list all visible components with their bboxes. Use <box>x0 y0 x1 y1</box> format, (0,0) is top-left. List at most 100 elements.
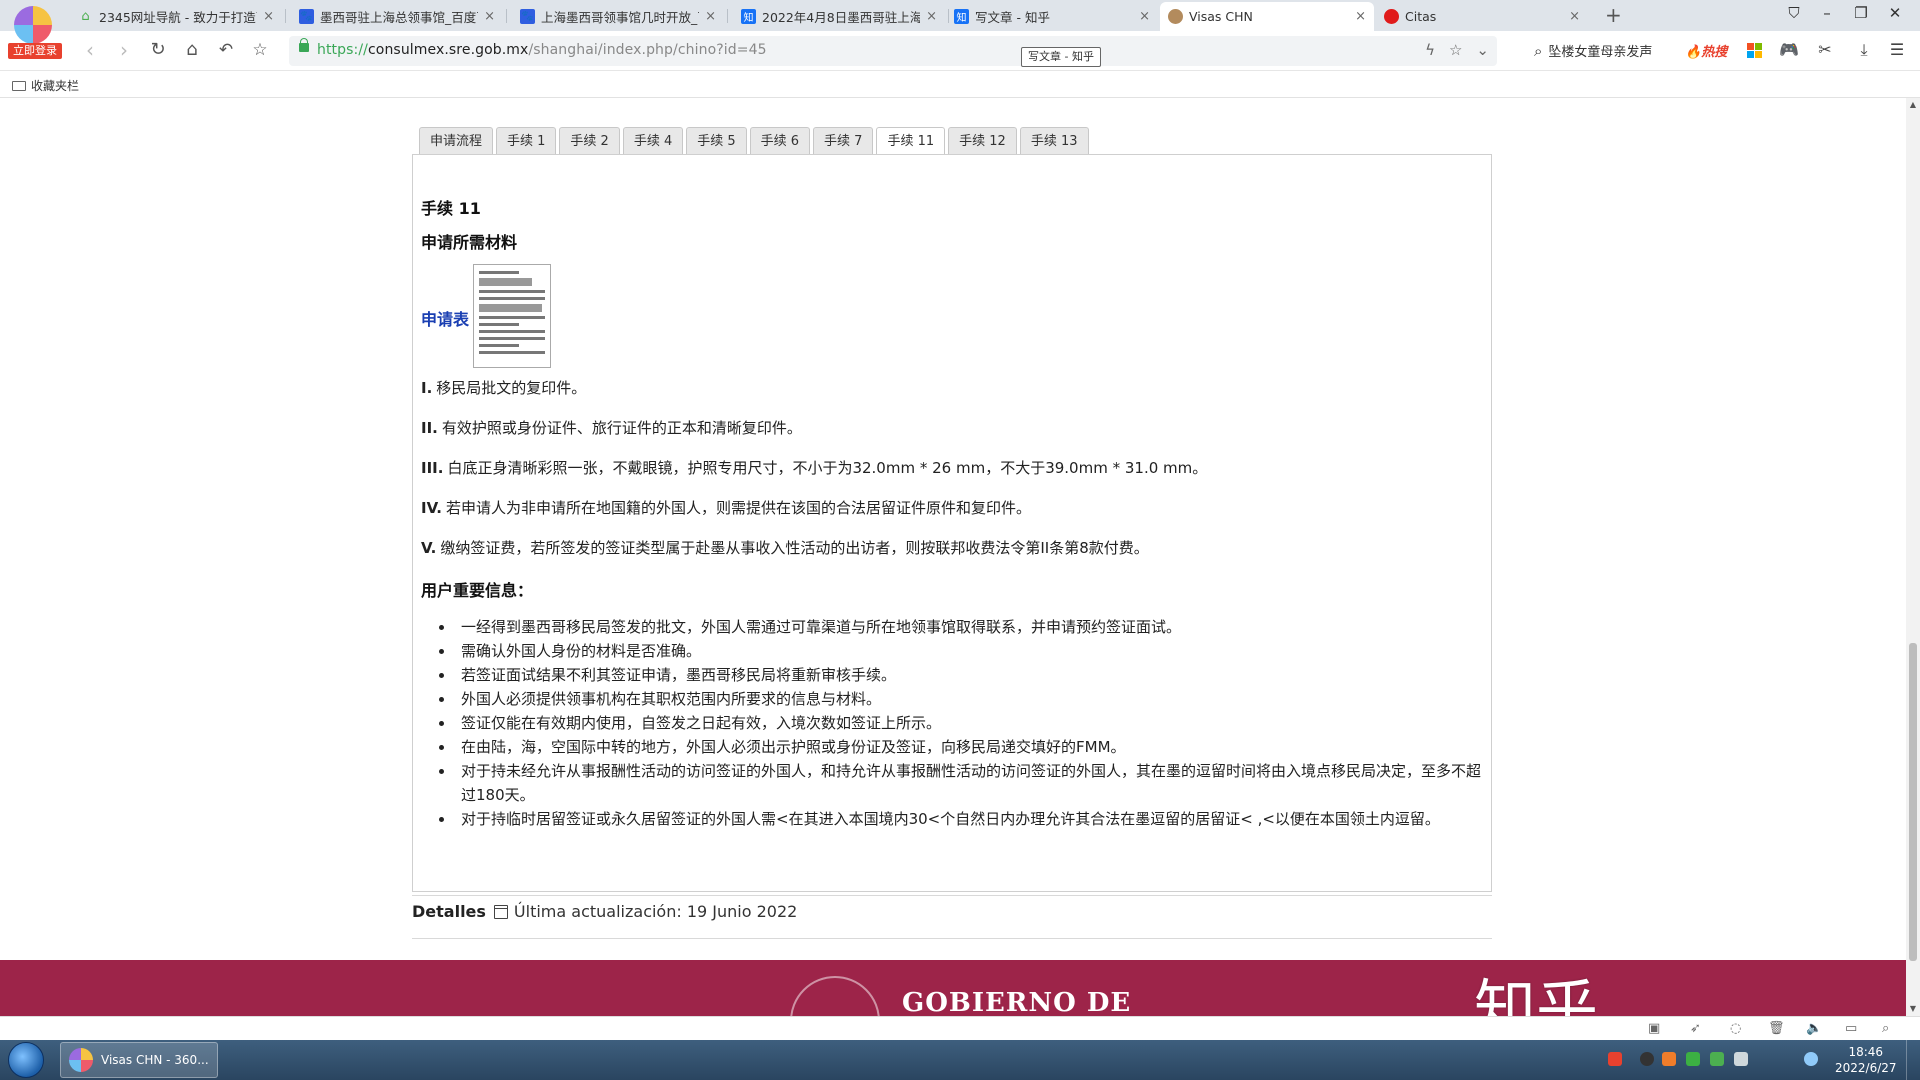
360-browser-icon <box>69 1048 93 1072</box>
requirement-item: I. 移民局批文的复印件。 <box>421 379 587 397</box>
url-actions: ϟ ☆ ⌄ <box>1425 41 1489 59</box>
battery-icon[interactable] <box>1710 1052 1724 1066</box>
folder-icon <box>12 80 26 91</box>
volume-icon[interactable]: 🔈 <box>1806 1021 1822 1036</box>
tab-label: Visas CHN <box>1189 9 1253 24</box>
window-icon[interactable]: ▭ <box>1845 1021 1857 1036</box>
favorite-star-icon[interactable]: ☆ <box>248 39 272 61</box>
search-suggestion[interactable]: ⌕ 坠楼女童母亲发声 <box>1534 41 1652 61</box>
tab-step-12[interactable]: 手续 12 <box>948 127 1017 154</box>
close-icon[interactable]: × <box>705 9 716 24</box>
forward-icon[interactable]: › <box>112 39 136 61</box>
system-clock[interactable]: 18:46 2022/6/27 <box>1835 1044 1897 1076</box>
tab-zhihu-question[interactable]: 知 2022年4月8日墨西哥驻上海总 × <box>733 2 945 31</box>
restore-icon[interactable]: ❐ <box>1851 4 1871 22</box>
tab-step-2[interactable]: 手续 2 <box>559 127 620 154</box>
tray-app-icon[interactable] <box>1662 1052 1676 1066</box>
minimize-icon[interactable]: – <box>1817 4 1837 22</box>
requirement-item: IV. 若申请人为非申请所在地国籍的外国人，则需提供在该国的合法居留证件原件和复印… <box>421 499 1031 517</box>
network-icon[interactable] <box>1804 1052 1818 1066</box>
tshirt-skin-icon[interactable]: ⛉ <box>1784 4 1804 22</box>
tab-baidu-hours[interactable]: 🐾 上海墨西哥领事馆几时开放_百 × <box>512 2 724 31</box>
bookmarks-folder[interactable]: 收藏夹栏 <box>12 77 79 94</box>
home-icon[interactable]: ⌂ <box>180 39 204 61</box>
tab-label: 2022年4月8日墨西哥驻上海总 <box>762 10 921 25</box>
tab-step-4[interactable]: 手续 4 <box>622 127 684 154</box>
apps-grid-icon[interactable] <box>1743 39 1765 61</box>
tab-step-11[interactable]: 手续 11 <box>876 127 946 155</box>
game-controller-icon[interactable]: 🎮 <box>1778 39 1800 61</box>
address-bar[interactable]: https://consulmex.sre.gob.mx/shanghai/in… <box>289 36 1497 66</box>
close-icon[interactable]: × <box>263 9 274 24</box>
search-icon: ⌕ <box>1534 41 1543 60</box>
tab-step-6[interactable]: 手续 6 <box>749 127 811 154</box>
page-scrollbar[interactable]: ▲ ▼ <box>1906 98 1920 1016</box>
tab-step-7[interactable]: 手续 7 <box>813 127 874 154</box>
list-item: 需确认外国人身份的材料是否准确。 <box>439 639 1481 663</box>
tab-step-5[interactable]: 手续 5 <box>686 127 747 154</box>
scroll-up-icon[interactable]: ▲ <box>1908 100 1918 109</box>
volume-tray-icon[interactable] <box>1734 1052 1748 1066</box>
scissors-icon[interactable]: ✂ <box>1814 39 1836 61</box>
hot-search-badge[interactable]: 🔥热搜 <box>1685 41 1727 60</box>
tab-process[interactable]: 申请流程 <box>419 127 494 154</box>
browser-nav-bar: ‹ › ↻ ⌂ ↶ ☆ https://consulmex.sre.gob.mx… <box>0 31 1920 71</box>
browser-logo[interactable]: 立即登录 <box>8 6 62 59</box>
zoom-icon[interactable]: ⌕ <box>1882 1021 1889 1036</box>
reload-icon[interactable]: ↻ <box>146 39 170 61</box>
list-item: 对于持临时居留签证或永久居留签证的外国人需<在其进入本国境内30<个自然日内办理… <box>439 807 1481 831</box>
application-form-link[interactable]: 申请表 <box>421 306 469 330</box>
scroll-thumb[interactable] <box>1909 643 1917 961</box>
divider <box>412 938 1492 939</box>
tab-label: Citas <box>1405 9 1437 24</box>
tab-baidu-consulate[interactable]: 🐾 墨西哥驻上海总领事馆_百度百 × <box>291 2 503 31</box>
show-desktop-button[interactable] <box>1906 1040 1920 1080</box>
scroll-down-icon[interactable]: ▼ <box>1908 1004 1918 1013</box>
tray-c-icon[interactable] <box>1640 1052 1654 1066</box>
calendar-icon <box>493 904 508 919</box>
close-icon[interactable]: × <box>1355 9 1366 24</box>
new-tab-button[interactable]: + <box>1605 3 1622 27</box>
trash-icon[interactable]: 🗑 <box>1768 1021 1785 1036</box>
undo-close-icon[interactable]: ↶ <box>214 39 238 61</box>
list-item: 签证仅能在有效期内使用，自签发之日起有效，入境次数如签证上所示。 <box>439 711 1481 735</box>
close-icon[interactable]: × <box>926 9 937 24</box>
tab-content-panel: 手续 11 申请所需材料 申请表 I. 移民局批文的复印件。 II. 有效护照或身份… <box>412 154 1492 892</box>
rocket-icon[interactable]: ➶ <box>1690 1021 1701 1036</box>
procedure-tabs: 申请流程 手续 1 手续 2 手续 4 手续 5 手续 6 手续 7 手续 11… <box>419 127 1089 155</box>
url-text[interactable]: https://consulmex.sre.gob.mx/shanghai/in… <box>317 42 767 58</box>
start-button[interactable] <box>8 1042 44 1078</box>
tab-step-13[interactable]: 手续 13 <box>1019 127 1089 154</box>
tab-2345[interactable]: ⌂ 2345网址导航 - 致力于打造百 × <box>70 2 282 31</box>
tab-citas[interactable]: Citas × <box>1376 2 1588 31</box>
baidu-paw-icon: 🐾 <box>520 9 535 24</box>
application-form-thumbnail[interactable] <box>473 264 551 368</box>
close-window-icon[interactable]: ✕ <box>1885 4 1905 22</box>
tab-visas-chn[interactable]: Visas CHN × <box>1160 2 1374 31</box>
bookmark-star-icon[interactable]: ☆ <box>1449 41 1462 59</box>
tab-step-1[interactable]: 手续 1 <box>496 127 557 154</box>
taskbar-browser-item[interactable]: Visas CHN - 360... <box>60 1042 218 1078</box>
close-icon[interactable]: × <box>1569 9 1580 24</box>
login-button[interactable]: 立即登录 <box>8 43 62 59</box>
baidu-paw-icon: 🐾 <box>299 9 314 24</box>
mexico-seal-icon <box>1168 9 1183 24</box>
tray-leaf-icon[interactable] <box>1686 1052 1700 1066</box>
list-item: 在由陆，海，空国际中转的地方，外国人必须出示护照或身份证及签证，向移民局递交填好… <box>439 735 1481 759</box>
image-icon[interactable]: ▣ <box>1648 1021 1660 1036</box>
requirement-item: III. 白底正身清晰彩照一张，不戴眼镜，护照专用尺寸，不小于为32.0mm * … <box>421 459 1208 477</box>
download-icon[interactable]: ⤓ <box>1853 39 1875 61</box>
list-item: 外国人必须提供领事机构在其职权范围内所要求的信息与材料。 <box>439 687 1481 711</box>
sogou-ime-icon[interactable] <box>1608 1052 1622 1066</box>
menu-icon[interactable]: ☰ <box>1886 39 1908 61</box>
red-dot-icon <box>1384 9 1399 24</box>
materials-title: 申请所需材料 <box>421 233 518 252</box>
list-item: 对于持未经允许从事报酬性活动的访问签证的外国人，和持允许从事报酬性活动的访问签证… <box>439 759 1481 807</box>
lightning-icon[interactable]: ϟ <box>1425 41 1435 59</box>
back-icon[interactable]: ‹ <box>78 39 102 61</box>
tab-zhihu-write[interactable]: 知 写文章 - 知乎 × <box>946 2 1158 31</box>
shield-icon[interactable]: ◌ <box>1730 1021 1741 1036</box>
close-icon[interactable]: × <box>484 9 495 24</box>
close-icon[interactable]: × <box>1139 9 1150 24</box>
chevron-down-icon[interactable]: ⌄ <box>1476 41 1489 59</box>
